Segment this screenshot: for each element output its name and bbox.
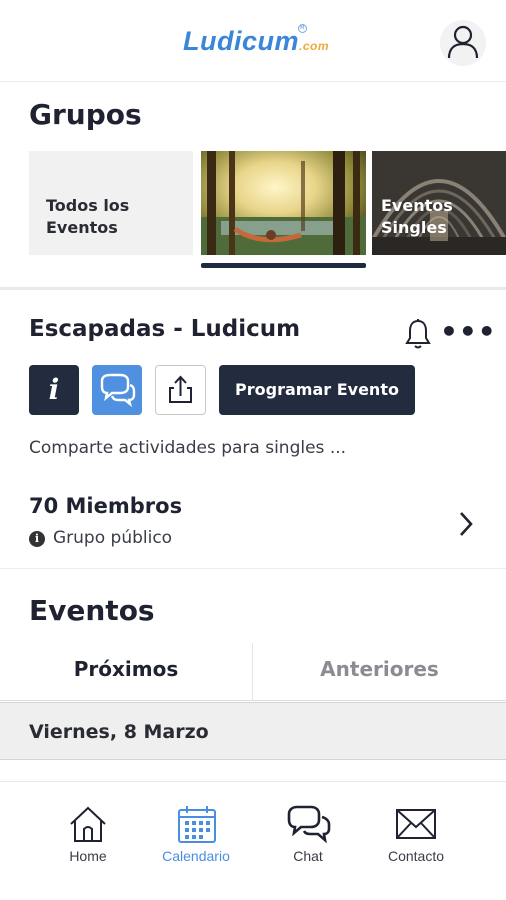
events-tabs: Próximos Anteriores bbox=[0, 643, 506, 701]
selected-group-indicator bbox=[201, 263, 366, 268]
nav-home-label: Home bbox=[69, 848, 107, 864]
nav-chat[interactable]: Chat bbox=[273, 782, 343, 900]
date-label: Viernes, 8 Marzo bbox=[29, 721, 209, 743]
group-description: Comparte actividades para singles ... bbox=[29, 438, 347, 458]
members-count[interactable]: 70 Miembros bbox=[29, 494, 182, 518]
program-event-button[interactable]: Programar Evento bbox=[219, 365, 415, 415]
group-tile-all-events[interactable]: Todos los Eventos bbox=[29, 151, 193, 255]
group-tile-label: Eventos Singles bbox=[381, 196, 453, 237]
groups-title: Grupos bbox=[29, 98, 142, 131]
nav-contact[interactable]: Contacto bbox=[376, 782, 456, 900]
chat-bubbles-icon bbox=[100, 373, 136, 408]
group-chat-button[interactable] bbox=[92, 365, 142, 415]
group-tile-singles[interactable]: Eventos Singles bbox=[372, 151, 506, 255]
chat-icon bbox=[287, 805, 331, 844]
bell-icon[interactable] bbox=[404, 318, 432, 350]
group-privacy: i Grupo público bbox=[29, 528, 172, 548]
group-name: Escapadas - Ludicum bbox=[29, 316, 301, 342]
info-circle-icon: i bbox=[29, 531, 45, 547]
home-icon bbox=[70, 806, 106, 842]
info-button[interactable]: i bbox=[29, 365, 79, 415]
ludicum-logo[interactable]: Ludicum.com R bbox=[183, 24, 329, 57]
more-options-icon[interactable]: ••• bbox=[440, 318, 497, 346]
nav-calendar[interactable]: Calendario bbox=[150, 782, 242, 900]
group-tile-label: Todos los Eventos bbox=[46, 196, 130, 237]
envelope-icon bbox=[396, 809, 436, 839]
app-header: Ludicum.com R bbox=[0, 0, 506, 82]
user-profile-button[interactable] bbox=[440, 20, 486, 66]
nav-chat-label: Chat bbox=[293, 848, 323, 864]
forest-hammock-image bbox=[201, 151, 366, 255]
nav-calendar-label: Calendario bbox=[162, 848, 230, 864]
group-tile-escapadas[interactable] bbox=[201, 151, 366, 255]
bottom-navigation: Home Calendario Chat Contacto bbox=[0, 781, 506, 900]
chevron-right-icon[interactable] bbox=[456, 510, 476, 538]
section-divider bbox=[0, 287, 506, 290]
tab-upcoming[interactable]: Próximos bbox=[0, 643, 253, 701]
user-icon bbox=[447, 25, 479, 59]
events-title: Eventos bbox=[29, 594, 155, 627]
nav-contact-label: Contacto bbox=[387, 848, 445, 864]
nav-home[interactable]: Home bbox=[53, 782, 123, 900]
tab-past[interactable]: Anteriores bbox=[253, 643, 506, 701]
section-divider bbox=[0, 568, 506, 569]
date-section-header: Viernes, 8 Marzo bbox=[0, 702, 506, 760]
calendar-icon bbox=[178, 806, 216, 843]
share-button[interactable] bbox=[155, 365, 206, 415]
share-icon bbox=[169, 375, 192, 403]
